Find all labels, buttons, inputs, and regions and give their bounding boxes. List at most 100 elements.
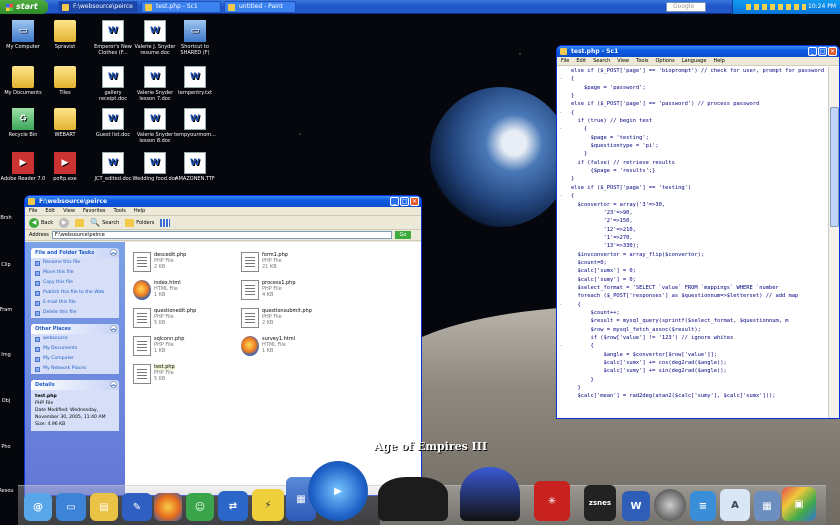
desktop-icon[interactable]: W AMAZONEN.TTF (172, 152, 218, 182)
search-button[interactable]: 🔍 Search (90, 218, 119, 227)
file-item[interactable]: survey1.html HTML File 1 KB (241, 336, 341, 360)
menu-tools[interactable]: Tools (114, 207, 126, 215)
maximize-button[interactable]: □ (818, 47, 827, 56)
dock-spider-icon[interactable]: ✳ (534, 481, 570, 521)
desktop-icon[interactable]: WEBART (42, 108, 88, 138)
menu-help[interactable]: Help (713, 57, 724, 65)
task-link[interactable]: Publish this file to the Web (31, 288, 119, 298)
forward-button[interactable]: ▶ (59, 217, 70, 228)
dock-folder-icon[interactable]: ▤ (90, 493, 118, 521)
editor-titlebar[interactable]: test.php - Sc1 _ □ ✕ (557, 46, 839, 57)
edge-folder-label[interactable]: Fram (0, 307, 18, 313)
fold-marker[interactable]: - (559, 109, 562, 117)
menu-help[interactable]: Help (134, 207, 145, 215)
collapse-chevron-icon[interactable]: ︽ (110, 325, 117, 332)
desktop-icon[interactable]: My Documents (0, 66, 46, 96)
place-link[interactable]: My Network Places (31, 364, 119, 374)
menu-view[interactable]: View (63, 207, 75, 215)
task-link[interactable]: Copy this file (31, 278, 119, 288)
dock-sphere-icon[interactable] (654, 489, 686, 521)
task-editor[interactable]: test.php - Sc1 (141, 1, 221, 13)
task-paint[interactable]: untitled - Paint (224, 1, 296, 13)
file-item[interactable]: descedit.php PHP File 2 KB (133, 252, 233, 276)
desktop-icon[interactable]: Wtempyourmom... (172, 108, 218, 138)
panel-header[interactable]: File and Folder Tasks ︽ (31, 248, 119, 258)
desktop-icon[interactable]: W JCT_edited.doc (90, 152, 136, 182)
dock-computer-icon[interactable]: ▭ (56, 493, 86, 521)
desktop-icon[interactable]: ▭ Shortcut to SHARED (F) (172, 20, 218, 56)
menu-favorites[interactable]: Favorites (83, 207, 106, 215)
up-folder-button[interactable] (75, 218, 85, 227)
menu-options[interactable]: Options (655, 57, 674, 65)
edge-folder-label[interactable]: Resou (0, 488, 18, 494)
code-editor[interactable]: else if ($_POST['page'] == 'bioprompt') … (557, 67, 829, 418)
dock-calculator-icon[interactable]: ▦ (754, 491, 780, 521)
edge-folder-label[interactable]: Clip (0, 262, 18, 268)
edge-folder-label[interactable]: Obj (0, 398, 18, 404)
panel-header[interactable]: Other Places ︽ (31, 324, 119, 334)
collapse-chevron-icon[interactable]: ︽ (110, 381, 117, 388)
edge-folder-label[interactable]: Img (0, 352, 18, 358)
scrollbar-thumb[interactable] (830, 107, 839, 227)
menu-file[interactable]: File (561, 57, 569, 65)
dock-age-of-empires-icon[interactable] (378, 477, 448, 521)
dock-editor-icon[interactable]: ✎ (122, 493, 152, 521)
maximize-button[interactable]: □ (400, 197, 409, 206)
folders-button[interactable]: Folders (125, 218, 154, 227)
menu-tools[interactable]: Tools (636, 57, 648, 65)
fold-marker[interactable]: - (559, 342, 562, 350)
minimize-button[interactable]: _ (808, 47, 817, 56)
place-link[interactable]: websource (31, 334, 119, 344)
fold-marker[interactable]: - (559, 75, 562, 83)
dock-messenger-icon[interactable]: ☺ (186, 493, 214, 521)
menu-language[interactable]: Language (682, 57, 707, 65)
clock[interactable]: 10:24 PM (808, 3, 836, 10)
views-button[interactable] (160, 218, 171, 227)
dock-ftp-icon[interactable]: ⇄ (218, 491, 248, 521)
task-explorer[interactable]: F:\websource\peirce (58, 1, 138, 13)
dock-helmet-icon[interactable] (460, 467, 520, 521)
desktop-icon[interactable]: ▶ poftp.exe (42, 152, 88, 182)
desktop-icon[interactable]: Wtempentry.txt (172, 66, 218, 96)
desktop-icon[interactable]: ▶ Adobe Reader 7.0 (0, 152, 46, 182)
menu-edit[interactable]: Edit (45, 207, 55, 215)
desktop-icon[interactable]: Tiles (42, 66, 88, 96)
menu-edit[interactable]: Edit (576, 57, 586, 65)
file-item[interactable]: test.php PHP File 5 KB (133, 364, 233, 388)
dock-media-player-icon[interactable]: ▶ (308, 461, 368, 521)
desktop-icon[interactable]: Spravist (42, 20, 88, 50)
close-button[interactable]: ✕ (410, 197, 419, 206)
collapse-chevron-icon[interactable]: ︽ (110, 249, 117, 256)
fold-marker[interactable]: - (559, 192, 562, 200)
desktop-icon[interactable]: W Guest list.doc (90, 108, 136, 138)
explorer-titlebar[interactable]: F:\websource\peirce _ □ ✕ (25, 196, 421, 207)
minimize-button[interactable]: _ (390, 197, 399, 206)
dock-text-icon[interactable]: A (720, 489, 750, 521)
task-link[interactable]: Delete this file (31, 308, 119, 318)
dock-network-icon[interactable]: @ (24, 493, 52, 521)
file-item[interactable]: index.html HTML File 1 KB (133, 280, 233, 304)
task-link[interactable]: Move this file (31, 268, 119, 278)
desktop-icon[interactable]: Wgallery receipt.doc (90, 66, 136, 102)
file-item[interactable]: process1.php PHP File 4 KB (241, 280, 341, 304)
place-link[interactable]: My Computer (31, 354, 119, 364)
fold-marker[interactable]: - (559, 301, 562, 309)
dock-firefox-icon[interactable] (154, 493, 182, 521)
search-input[interactable]: Google (666, 2, 706, 12)
back-button[interactable]: ◀ Back (29, 217, 53, 228)
desktop-icon[interactable]: ♻ Recycle Bin (0, 108, 46, 138)
task-link[interactable]: Rename this file (31, 258, 119, 268)
vertical-scrollbar[interactable] (828, 67, 839, 418)
file-item[interactable]: sqlconn.php PHP File 1 KB (133, 336, 233, 360)
dock-package-icon[interactable]: ▣ (782, 487, 816, 521)
panel-header[interactable]: Details ︽ (31, 380, 119, 390)
start-button[interactable]: start (0, 0, 48, 14)
place-link[interactable]: My Documents (31, 344, 119, 354)
edge-folder-label[interactable]: Pho (0, 444, 18, 450)
dock-lightning-icon[interactable]: ⚡ (252, 489, 284, 521)
desktop-icon[interactable]: W Emperor's New Clothes (F... (90, 20, 136, 56)
desktop-icon[interactable]: ▭ My Computer (0, 20, 46, 50)
dock-zsnes-icon[interactable]: zsnes (584, 485, 616, 521)
address-input[interactable]: F:\websource\peirce (51, 231, 392, 239)
dock-notepad-icon[interactable]: ≡ (690, 491, 716, 521)
